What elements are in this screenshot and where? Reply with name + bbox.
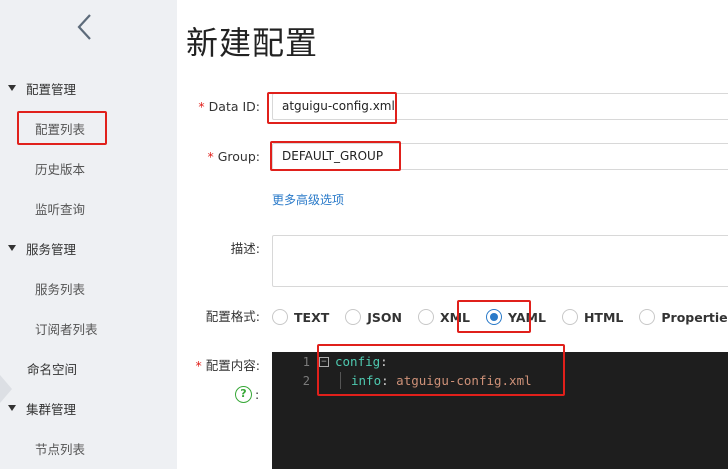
sidebar-item-listener-query[interactable]: 监听查询 <box>35 198 85 218</box>
sidebar-group-cluster[interactable]: 集群管理 <box>8 398 76 418</box>
indent-guide <box>340 372 341 389</box>
radio-circle <box>639 309 656 325</box>
description-label: 描述: <box>230 241 260 256</box>
sidebar-group-label: 配置管理 <box>26 81 77 97</box>
help-colon: : <box>255 387 260 402</box>
code-editor[interactable]: 1 2 − config: info: atguigu-config.xml <box>272 352 728 469</box>
data-id-input[interactable]: atguigu-config.xml <box>272 93 728 120</box>
sidebar-item-history[interactable]: 历史版本 <box>35 158 85 178</box>
caret-down-icon <box>8 85 16 91</box>
radio-text[interactable]: TEXT <box>272 309 329 325</box>
code-line-2: info: atguigu-config.xml <box>351 373 532 388</box>
sidebar-item-subscriber-list[interactable]: 订阅者列表 <box>35 318 98 338</box>
radio-json[interactable]: JSON <box>345 309 402 325</box>
sidebar-group-label: 集群管理 <box>26 401 77 417</box>
required-mark: * <box>195 358 202 373</box>
advanced-options-link[interactable]: 更多高级选项 <box>272 191 344 208</box>
chevron-left-icon <box>77 14 91 40</box>
radio-html[interactable]: HTML <box>561 309 623 325</box>
radio-circle-checked <box>486 309 503 325</box>
collapse-sidebar-button[interactable] <box>72 12 98 42</box>
sidebar-group-label: 服务管理 <box>26 241 77 257</box>
sidebar: 配置管理 配置列表 历史版本 监听查询 服务管理 服务列表 订阅者列表 命名空间… <box>0 0 177 469</box>
caret-down-icon <box>8 405 16 411</box>
caret-down-icon <box>8 245 16 251</box>
fold-toggle-icon[interactable]: − <box>319 357 329 367</box>
content-label: * 配置内容: <box>195 358 260 373</box>
description-textarea[interactable] <box>272 235 728 287</box>
sidebar-item-config-list[interactable]: 配置列表 <box>35 118 85 138</box>
data-id-label: * Data ID: <box>198 99 260 114</box>
radio-xml[interactable]: XML <box>417 309 470 325</box>
data-id-value: atguigu-config.xml <box>282 99 395 113</box>
radio-circle <box>345 309 362 325</box>
code-line-1: config: <box>335 354 388 369</box>
required-mark: * <box>207 149 214 164</box>
format-label: 配置格式: <box>205 309 260 324</box>
format-radio-group: TEXT JSON XML YAML HTML Properties <box>272 307 728 327</box>
help-icon[interactable]: ? <box>235 386 252 403</box>
radio-circle <box>417 309 434 325</box>
main-content: 新建配置 * Data ID: atguigu-config.xml * Group… <box>177 0 728 469</box>
sidebar-item-node-list[interactable]: 节点列表 <box>35 438 85 458</box>
page-title: 新建配置 <box>186 24 319 62</box>
sidebar-group-config[interactable]: 配置管理 <box>8 78 76 98</box>
group-label: * Group: <box>207 149 260 164</box>
radio-circle <box>272 309 288 325</box>
required-mark: * <box>198 99 205 114</box>
sidebar-group-service[interactable]: 服务管理 <box>8 238 76 258</box>
sidebar-item-service-list[interactable]: 服务列表 <box>35 278 85 298</box>
group-value: DEFAULT_GROUP <box>282 149 384 163</box>
group-input[interactable]: DEFAULT_GROUP <box>272 143 728 170</box>
radio-properties[interactable]: Properties <box>639 309 728 325</box>
radio-yaml[interactable]: YAML <box>486 309 546 325</box>
line-number: 2 <box>302 374 310 388</box>
sidebar-item-namespace[interactable]: 命名空间 <box>27 358 77 378</box>
line-number: 1 <box>302 355 310 369</box>
radio-circle <box>561 309 578 325</box>
